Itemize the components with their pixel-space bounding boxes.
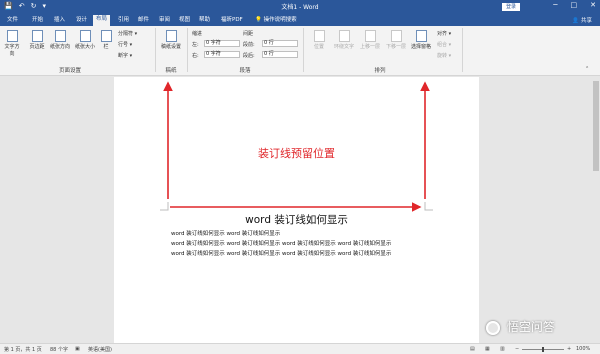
rotate-button[interactable]: 旋转 ▾ [437,52,451,59]
title-bar: 💾 ↶ ↻ ▾ 文档1 - Word 登录 ─ □ ✕ [0,0,600,14]
orientation-button[interactable]: 纸张方向 [50,30,70,50]
spacing-after-input[interactable]: 0 行 [262,51,298,58]
body-line: word 装订线如何显示 word 装订线如何显示 word 装订线如何显示 w… [171,251,392,257]
text-direction-button[interactable]: 文字方向 [3,30,21,57]
word-count[interactable]: 88 个字 [50,346,68,353]
spacing-after-label: 段后: [243,53,255,59]
tab-view[interactable]: 视图 [176,16,193,26]
group-label-page-setup: 页面设置 [58,68,81,74]
proofing-icon[interactable]: ▣ [75,346,80,352]
crop-mark-top-left [160,202,169,211]
draft-paper-settings-button[interactable]: 稿纸设置 [160,30,182,50]
page-count[interactable]: 第 1 页，共 1 页 [4,346,42,353]
crop-mark-top-right [424,202,433,211]
position-icon [313,30,325,42]
paper-size-icon [79,30,91,42]
selection-pane-icon [415,30,427,42]
gutter-annotation-graphics [160,81,433,212]
language-indicator[interactable]: 英语(美国) [88,346,112,353]
selection-pane-button[interactable]: 选择窗格 [409,30,433,50]
margins-icon [31,30,43,42]
wrap-text-button[interactable]: 环绕文字 [332,30,356,50]
watermark: 悟空问答 [486,318,555,335]
tab-references[interactable]: 引用 [115,16,132,26]
person-icon: 👤 [572,18,580,24]
bring-forward-button[interactable]: 上移一层 [358,30,382,50]
tab-review[interactable]: 审阅 [156,16,173,26]
minimize-button[interactable]: ─ [553,1,557,9]
group-label-draft-paper: 稿纸 [165,68,177,74]
login-button[interactable]: 登录 [501,3,520,11]
body-line: word 装订线如何显示 word 装订线如何显示 [171,231,281,237]
tab-layout[interactable]: 布局 [93,15,111,26]
indent-right-input[interactable]: 0 字符 [204,51,240,58]
group-separator [303,28,304,72]
bring-forward-icon [364,30,376,42]
margins-button[interactable]: 页边距 [28,30,46,50]
document-page[interactable]: 装订线预留位置 word 装订线如何显示 word 装订线如何显示 word 装… [114,77,479,343]
draft-paper-icon [165,30,177,42]
document-heading: word 装订线如何显示 [245,214,348,226]
scrollbar-thumb[interactable] [593,81,599,171]
body-line: word 装订线如何显示 word 装订线如何显示 word 装订线如何显示 w… [171,241,392,247]
tab-help[interactable]: 帮助 [196,16,213,26]
watermark-logo-icon [486,320,500,335]
spacing-before-label: 段前: [243,42,255,48]
tab-insert[interactable]: 插入 [51,16,68,26]
breaks-button[interactable]: 分隔符 ▾ [118,30,137,37]
spacing-title: 间距 [243,31,254,37]
line-numbers-button[interactable]: 行号 ▾ [118,41,132,48]
zoom-in-button[interactable]: + [567,346,571,352]
position-button[interactable]: 位置 [309,30,329,50]
group-label-arrange: 排列 [374,68,386,74]
tab-file[interactable]: 文件 [4,16,21,26]
orientation-icon [54,30,66,42]
close-button[interactable]: ✕ [590,1,596,9]
tab-mailings[interactable]: 邮件 [135,16,152,26]
tab-home[interactable]: 开始 [29,16,46,26]
ribbon-layout: 文字方向 页边距 纸张方向 纸张大小 栏 分隔符 ▾ 行号 ▾ 断字 ▾ 页面设… [0,26,600,76]
gutter-annotation-label: 装订线预留位置 [258,147,335,160]
columns-button[interactable]: 栏 [100,30,112,50]
share-button[interactable]: 👤 共享 [572,16,592,24]
group-label-paragraph: 段落 [239,68,251,74]
status-bar: 第 1 页，共 1 页 88 个字 ▣ 英语(美国) ▤ ▦ ▥ − + 100… [0,343,600,354]
indent-right-label: 右: [192,53,199,59]
ribbon-tabs: 文件 开始 插入 设计 布局 引用 邮件 审阅 视图 帮助 福昕PDF 💡 操作… [0,14,600,26]
group-separator [155,28,156,72]
indent-title: 缩进 [192,31,203,37]
tab-design[interactable]: 设计 [73,16,90,26]
spacing-before-input[interactable]: 0 行 [262,40,298,47]
send-backward-icon [390,30,402,42]
text-direction-icon [6,30,18,42]
send-backward-button[interactable]: 下移一层 [384,30,408,50]
group-separator [187,28,188,72]
vertical-scrollbar[interactable] [592,77,600,343]
lightbulb-icon: 💡 [255,17,262,23]
tab-foxit-pdf[interactable]: 福昕PDF [218,16,246,26]
tell-me-search[interactable]: 💡 操作说明搜索 [252,16,300,26]
hyphenation-button[interactable]: 断字 ▾ [118,52,132,59]
document-canvas: 装订线预留位置 word 装订线如何显示 word 装订线如何显示 word 装… [0,77,600,343]
indent-left-label: 左: [192,42,199,48]
maximize-button[interactable]: □ [571,1,578,9]
zoom-level[interactable]: 100% [576,346,590,352]
align-button[interactable]: 对齐 ▾ [437,30,451,37]
read-mode-icon[interactable]: ▤ [470,346,475,352]
zoom-out-button[interactable]: − [515,346,519,352]
indent-left-input[interactable]: 0 字符 [204,40,240,47]
print-layout-icon[interactable]: ▦ [485,346,490,352]
size-button[interactable]: 纸张大小 [74,30,96,50]
web-layout-icon[interactable]: ▥ [500,346,505,352]
zoom-slider-thumb[interactable] [542,347,544,352]
window-controls: ─ □ ✕ [553,1,596,9]
columns-icon [100,30,112,42]
wrap-text-icon [338,30,350,42]
collapse-ribbon-icon[interactable]: ⌃ [585,66,589,72]
group-separator [462,28,463,72]
group-objects-button[interactable]: 组合 ▾ [437,41,451,48]
